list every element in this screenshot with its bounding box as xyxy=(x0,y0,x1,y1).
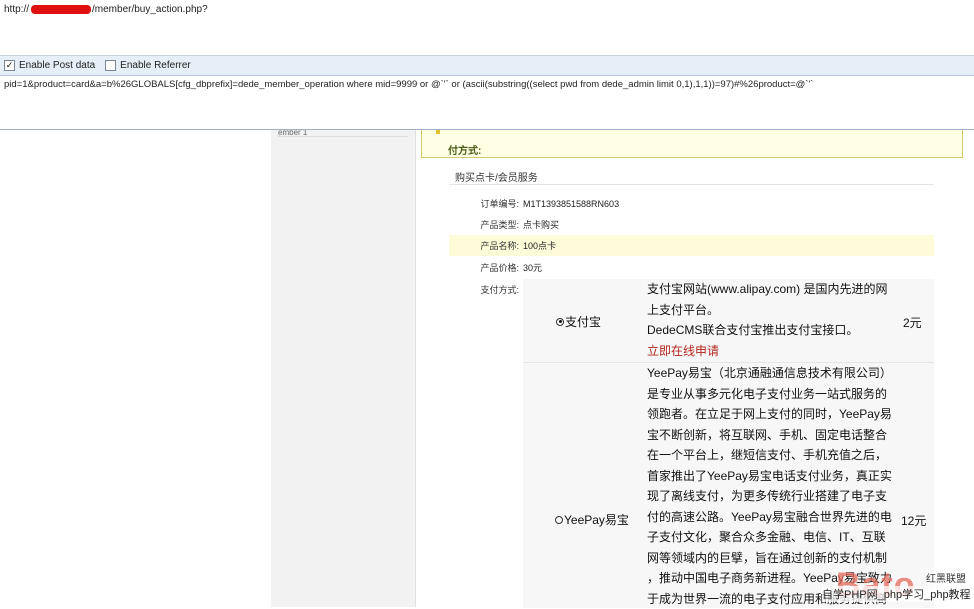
enable-referrer-option[interactable]: Enable Referrer xyxy=(105,60,191,71)
section-title: 购买点卡/会员服务 xyxy=(455,169,538,184)
apply-online-link[interactable]: 立即在线申请 xyxy=(647,341,887,362)
yeepay-desc-line: 宝不断创新，将互联网、手机、固定电话整合 xyxy=(647,425,892,446)
redacted-host xyxy=(31,5,91,14)
order-row-number: 订单编号: M1T1393851588RN603 xyxy=(449,193,934,214)
watermark-line2: 自学PHP网_php学习_php教程 xyxy=(822,586,971,602)
product-type-value: 点卡购买 xyxy=(519,218,559,231)
url-textarea[interactable]: http:// /member/buy_action.php? xyxy=(0,0,974,56)
order-row-price: 产品价格: 30元 xyxy=(449,257,934,278)
alipay-description: 支付宝网站(www.alipay.com) 是国内先进的网 上支付平台。 Ded… xyxy=(647,279,887,361)
yeepay-desc-line: YeePay易宝（北京通融通信息技术有限公司） xyxy=(647,363,892,384)
url-text: http:// /member/buy_action.php? xyxy=(4,4,208,15)
post-data-textarea[interactable]: pid=1&product=card&a=b%26GLOBALS[cfg_dbp… xyxy=(0,76,974,130)
alipay-name: 支付宝 xyxy=(565,313,601,330)
product-name-value: 100点卡 xyxy=(519,239,556,252)
yeepay-desc-line: 子支付文化，聚合众多金融、电信、IT、互联 xyxy=(647,527,892,548)
yeepay-radio-option[interactable]: YeePay易宝 xyxy=(555,511,629,528)
order-number-key: 订单编号: xyxy=(449,197,519,210)
product-type-key: 产品类型: xyxy=(449,218,519,231)
section-divider xyxy=(449,184,934,185)
yeepay-desc-line: 付的高速公路。YeePay易宝融合世界先进的电 xyxy=(647,507,892,528)
alipay-desc-line: 上支付平台。 xyxy=(647,300,887,321)
enable-referrer-label: Enable Referrer xyxy=(120,60,191,71)
yeepay-name: YeePay易宝 xyxy=(564,511,629,528)
yeepay-radio[interactable] xyxy=(555,516,563,524)
site-watermark: Bato 红黑联盟 自学PHP网_php学习_php教程 xyxy=(836,566,974,607)
side-menu-panel: ember 1 xyxy=(271,130,416,607)
enable-post-option[interactable]: ✓ Enable Post data xyxy=(4,60,95,71)
product-price-value: 30元 xyxy=(519,261,542,274)
payment-method-key: 支付方式: xyxy=(449,283,519,296)
enable-post-label: Enable Post data xyxy=(19,60,95,71)
left-panel xyxy=(0,130,271,607)
yeepay-desc-line: 现了离线支付，为更多传统行业搭建了电子支 xyxy=(647,486,892,507)
payment-banner: 付方式: xyxy=(421,130,963,158)
product-price-key: 产品价格: xyxy=(449,261,519,274)
alipay-desc-line: 支付宝网站(www.alipay.com) 是国内先进的网 xyxy=(647,279,887,300)
product-name-key: 产品名称: xyxy=(449,239,519,252)
url-prefix: http:// xyxy=(4,4,29,15)
yeepay-desc-line: 首家推出了YeePay易宝电话支付业务，真正实 xyxy=(647,466,892,487)
yeepay-desc-line: 领跑者。在立足于网上支付的同时，YeePay易 xyxy=(647,404,892,425)
payment-options-table: 支付宝 支付宝网站(www.alipay.com) 是国内先进的网 上支付平台。… xyxy=(523,279,934,607)
yeepay-desc-line: 网等领域内的巨擘，旨在通过创新的支付机制 xyxy=(647,548,892,569)
payment-banner-label: 付方式: xyxy=(448,142,481,157)
enable-referrer-checkbox[interactable] xyxy=(105,60,116,71)
alipay-radio-option[interactable]: 支付宝 xyxy=(556,313,601,330)
url-suffix: /member/buy_action.php? xyxy=(92,4,208,15)
payment-option-alipay: 支付宝 支付宝网站(www.alipay.com) 是国内先进的网 上支付平台。… xyxy=(523,279,934,362)
banner-marker xyxy=(436,130,440,134)
alipay-desc-line: DedeCMS联合支付宝推出支付宝接口。 xyxy=(647,320,887,341)
alipay-radio[interactable] xyxy=(556,318,564,326)
hackbar-options: ✓ Enable Post data Enable Referrer xyxy=(0,56,974,76)
order-row-name: 产品名称: 100点卡 xyxy=(449,235,934,256)
watermark-line1: 红黑联盟 xyxy=(926,570,966,585)
yeepay-desc-line: 是专业从事多元化电子支付业务一站式服务的 xyxy=(647,384,892,405)
order-row-type: 产品类型: 点卡购买 xyxy=(449,214,934,235)
alipay-price: 2元 xyxy=(903,314,922,331)
yeepay-desc-line: 在一个平台上，继短信支付、手机充值之后， xyxy=(647,445,892,466)
side-menu-snippet: ember 1 xyxy=(278,130,408,137)
post-data-text: pid=1&product=card&a=b%26GLOBALS[cfg_dbp… xyxy=(4,79,813,90)
enable-post-checkbox[interactable]: ✓ xyxy=(4,60,15,71)
yeepay-price: 12元 xyxy=(901,512,926,529)
order-number-value: M1T1393851588RN603 xyxy=(519,199,619,209)
